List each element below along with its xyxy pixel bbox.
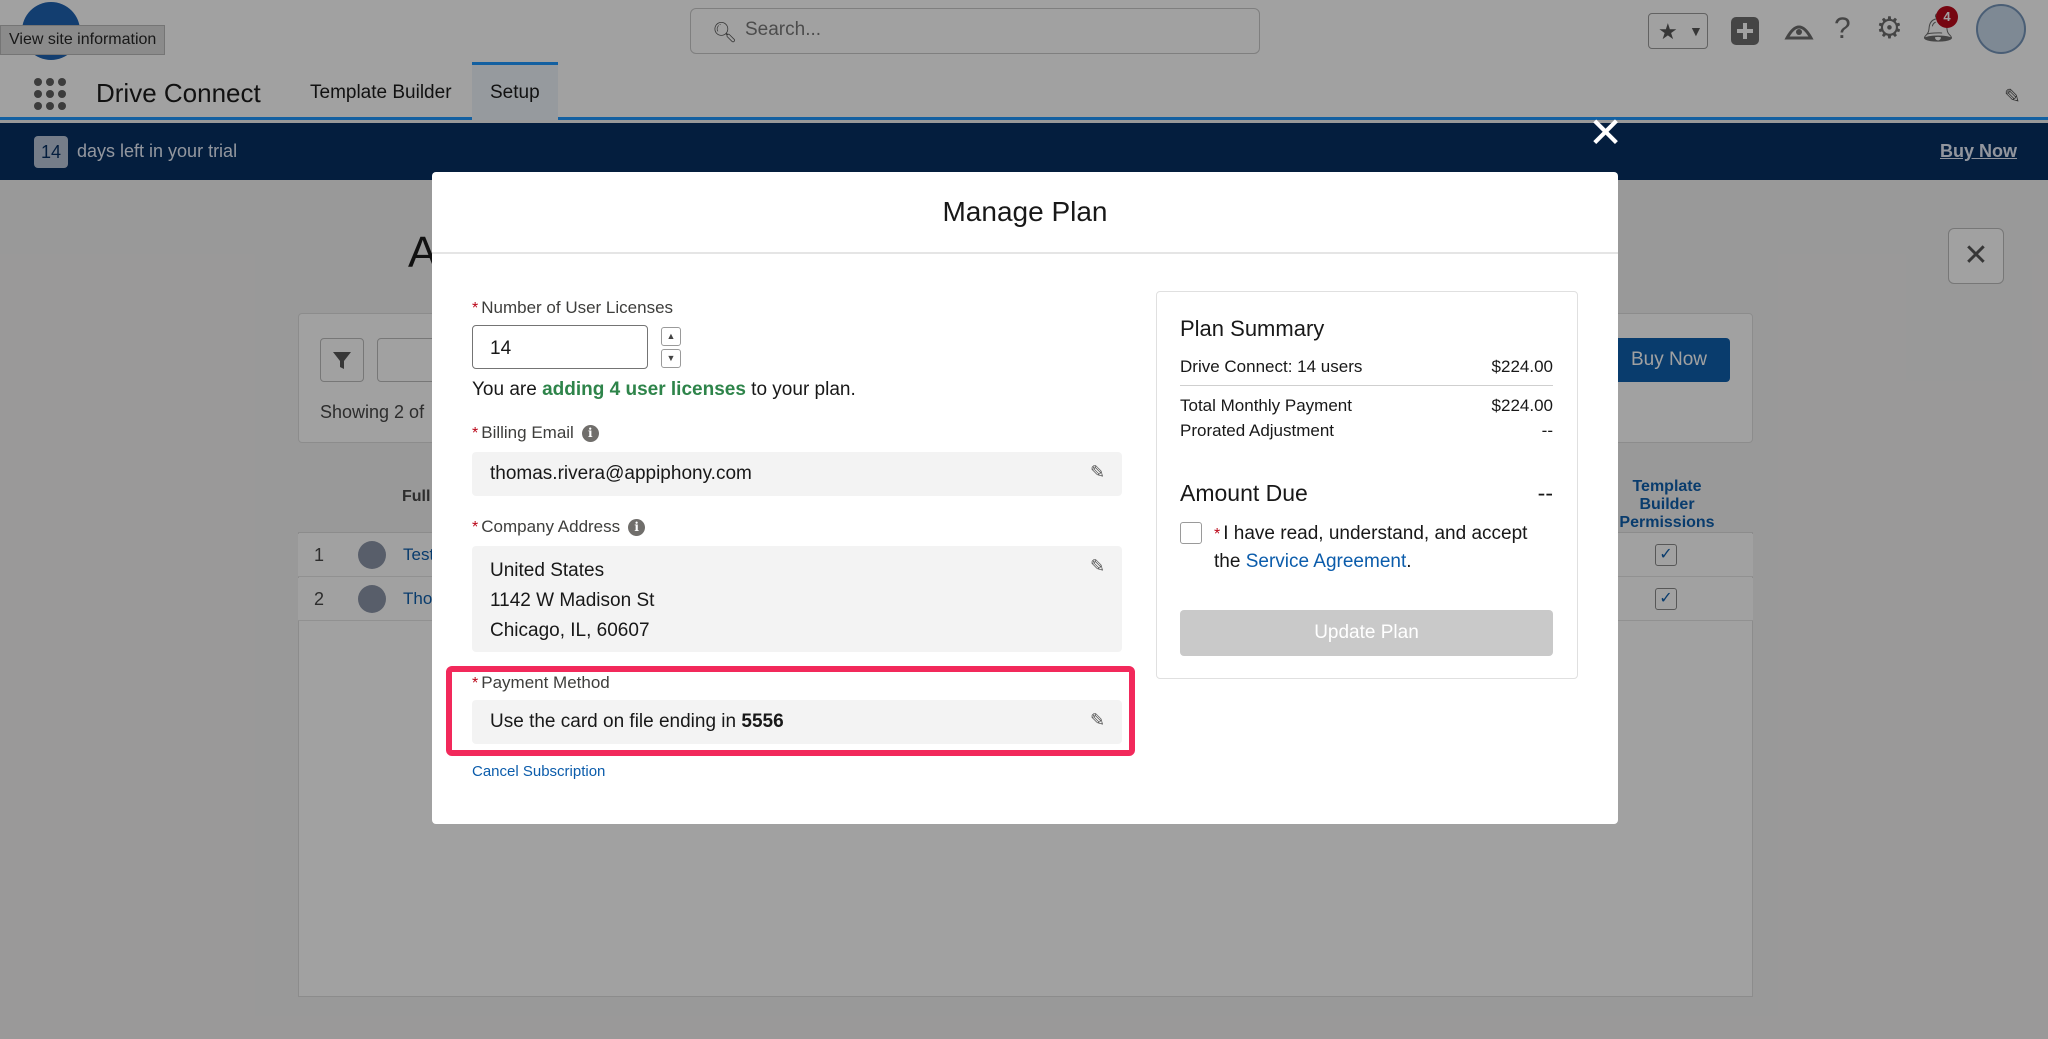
amount-due-label: Amount Due: [1180, 480, 1308, 506]
line-item-label: Drive Connect: 14 users: [1180, 357, 1363, 376]
agreement-text-end: .: [1406, 551, 1412, 572]
highlight-annotation: [446, 666, 1135, 756]
agreement-text: * I have read, understand, and accept the…: [1214, 520, 1559, 575]
company-address-label-text: Company Address: [481, 517, 621, 536]
total-monthly-label: Total Monthly Payment: [1180, 396, 1352, 415]
required-marker: *: [472, 519, 479, 536]
licenses-label: * Number of User Licenses: [472, 298, 673, 318]
address-line-2: 1142 W Madison St: [490, 590, 655, 611]
info-icon[interactable]: i: [628, 519, 646, 536]
address-line-3: Chicago, IL, 60607: [490, 620, 650, 641]
close-modal-icon[interactable]: ✕: [1588, 112, 1623, 154]
line-item-value: $224.00: [1491, 357, 1553, 376]
licenses-label-text: Number of User Licenses: [481, 298, 674, 317]
prorated-label: Prorated Adjustment: [1180, 421, 1335, 440]
cancel-subscription-link[interactable]: Cancel Subscription: [472, 763, 605, 780]
update-plan-button[interactable]: Update Plan: [1180, 610, 1553, 656]
service-agreement-link[interactable]: Service Agreement: [1246, 551, 1407, 572]
info-icon[interactable]: i: [581, 425, 599, 442]
billing-email-value: thomas.rivera@appiphony.com: [490, 463, 752, 484]
modal-title: Manage Plan: [942, 196, 1108, 227]
agreement-checkbox[interactable]: [1180, 522, 1202, 544]
address-line-1: United States: [490, 560, 605, 581]
edit-pencil-icon[interactable]: ✎: [1090, 556, 1105, 577]
company-address-field[interactable]: United States 1142 W Madison St Chicago,…: [472, 546, 1122, 652]
company-address-label: * Company Address i: [472, 517, 646, 537]
amount-due-value: --: [1537, 480, 1553, 506]
billing-email-label: * Billing Email i: [472, 423, 599, 443]
note-highlight: adding 4 user licenses: [542, 379, 746, 400]
licenses-change-note: You are adding 4 user licenses to your p…: [472, 379, 856, 401]
total-monthly-value: $224.00: [1491, 396, 1553, 415]
required-marker: *: [1214, 526, 1221, 543]
note-prefix: You are: [472, 379, 543, 400]
required-marker: *: [472, 425, 479, 442]
billing-email-field[interactable]: thomas.rivera@appiphony.com ✎: [472, 452, 1122, 496]
decrement-button[interactable]: ▼: [661, 349, 681, 368]
note-suffix: to your plan.: [745, 379, 856, 400]
billing-email-label-text: Billing Email: [481, 423, 574, 442]
increment-button[interactable]: ▲: [661, 327, 681, 346]
plan-summary-title: Plan Summary: [1180, 316, 1325, 341]
edit-pencil-icon[interactable]: ✎: [1090, 462, 1105, 483]
prorated-value: --: [1541, 421, 1553, 440]
summary-divider: [1180, 385, 1553, 386]
user-licenses-input[interactable]: 14: [472, 325, 648, 369]
required-marker: *: [472, 300, 479, 317]
